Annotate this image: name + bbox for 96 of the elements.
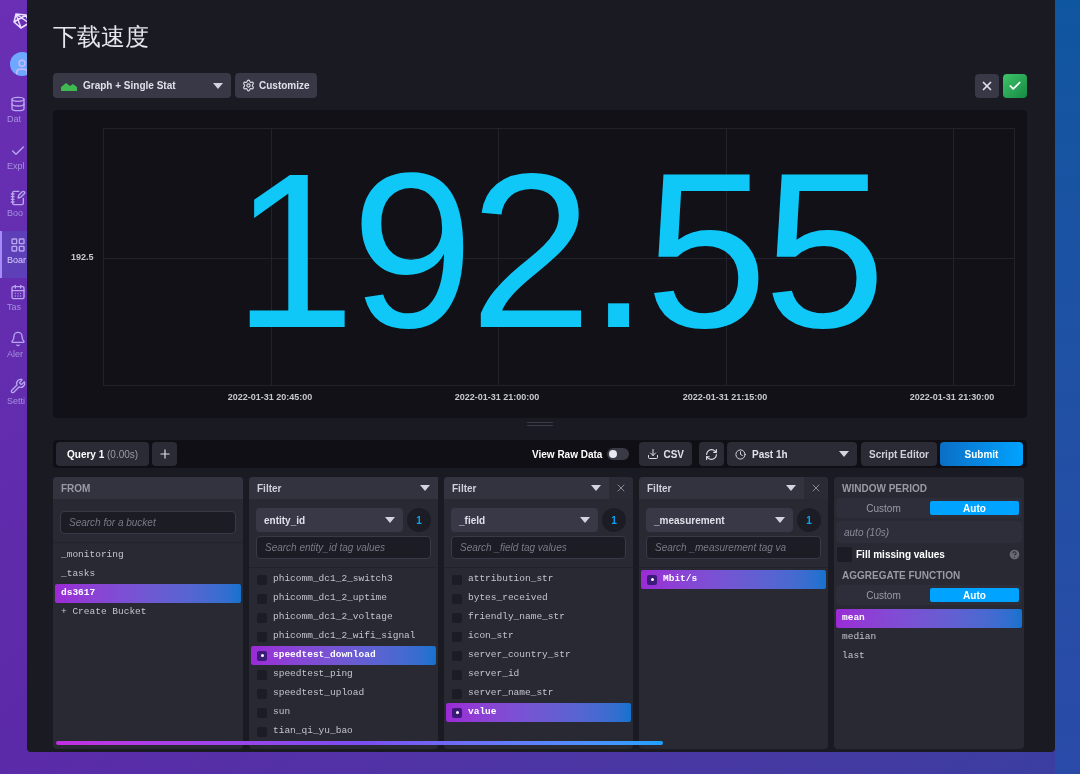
csv-button[interactable]: CSV [639,442,692,466]
selected-count: 1 [407,508,431,532]
filter-type-dropdown[interactable]: Filter [444,477,609,499]
settings-icon [242,79,255,92]
save-button[interactable] [1003,73,1027,98]
panel-title: FROM [61,481,91,496]
list-item[interactable]: last [836,647,1022,666]
list-item[interactable]: phicomm_dc1_2_voltage [251,608,436,627]
list-item[interactable]: _monitoring [55,546,241,565]
visualization-dropdown[interactable]: Graph + Single Stat [53,73,231,98]
resize-handle[interactable] [527,422,553,426]
tag-key-dropdown[interactable]: _measurement [646,508,793,532]
nav-icon [10,331,26,347]
dialog-title: 下载速度 [53,22,150,52]
list-item[interactable]: server_country_str [446,646,631,665]
caret-icon [786,485,796,491]
tag-key-dropdown[interactable]: _field [451,508,598,532]
list-item[interactable]: server_id [446,665,631,684]
list-item[interactable]: bytes_received [446,589,631,608]
list-item[interactable]: mean [836,609,1022,628]
list-item[interactable]: sun [251,703,436,722]
checkbox[interactable] [452,707,462,718]
x-axis-label: 2022-01-31 20:45:00 [227,391,313,404]
list-item[interactable]: median [836,628,1022,647]
list-item[interactable]: ds3617 [55,584,241,603]
checkbox[interactable] [647,574,657,585]
plus-icon [157,447,172,461]
download-icon [647,448,660,460]
caret-icon [385,517,395,523]
add-query-button[interactable] [152,442,178,466]
search-field[interactable]: Search _measurement tag va [646,536,821,559]
nav-icon [10,237,26,253]
list-item[interactable]: friendly_name_str [446,608,631,627]
refresh-icon [705,447,718,461]
single-stat-value: 192.55 [233,141,882,361]
nav-item[interactable]: Boar [0,231,27,278]
cancel-button[interactable] [975,73,999,98]
search-field[interactable]: Search for a bucket [60,511,236,534]
list-item[interactable]: server_name_str [446,684,631,703]
close-icon [615,482,627,494]
caret-icon [213,82,223,89]
list-item[interactable]: speedtest_download [251,646,436,665]
tag-key-dropdown[interactable]: entity_id [256,508,403,532]
list-item[interactable]: Mbit/s [641,570,826,589]
logo-icon[interactable] [12,12,27,30]
list-item[interactable]: speedtest_ping [251,665,436,684]
list-item[interactable]: tian_qi_yu_bao [251,722,436,741]
window-period-field[interactable]: auto (10s) [836,521,1022,543]
customize-button[interactable]: Customize [235,73,317,98]
create-bucket-link[interactable]: + Create Bucket [55,603,241,622]
close-icon [810,482,822,494]
search-field[interactable]: Search entity_id tag values [256,536,431,559]
view-raw-data-toggle[interactable] [607,448,630,460]
checkbox[interactable] [257,650,267,661]
horizontal-scrollbar[interactable] [56,741,663,745]
nav-icon [10,190,26,206]
mode-toggle[interactable]: Custom [839,588,928,602]
clock-icon [735,448,746,460]
filter-type-dropdown[interactable]: Filter [249,477,438,499]
help-icon [1008,547,1021,561]
selected-count: 1 [797,508,821,532]
fill-missing-label: Fill missing values [856,547,946,562]
list-item[interactable]: phicomm_dc1_2_uptime [251,589,436,608]
section-title: AGGREGATE FUNCTION [842,568,961,583]
avatar[interactable] [10,52,27,76]
nav-icon [10,378,26,394]
list-item[interactable]: icon_str [446,627,631,646]
nav-icon [10,284,26,300]
mode-toggle[interactable]: Custom [839,501,928,515]
caret-icon [420,485,430,491]
graph-icon [61,80,77,91]
section-title: WINDOW PERIOD [842,481,927,496]
search-field[interactable]: Search _field tag values [451,536,626,559]
caret-icon [775,517,785,523]
caret-icon [839,451,849,457]
selected-count: 1 [602,508,626,532]
list-item[interactable]: _tasks [55,565,241,584]
list-item[interactable]: value [446,703,631,722]
x-axis-label: 2022-01-31 21:00:00 [454,391,540,404]
script-editor-button[interactable]: Script Editor [861,442,937,466]
refresh-button[interactable] [699,442,724,466]
submit-button[interactable]: Submit [940,442,1023,466]
list-item[interactable]: phicomm_dc1_2_switch3 [251,570,436,589]
caret-icon [580,517,590,523]
caret-icon [591,485,601,491]
filter-type-dropdown[interactable]: Filter [639,477,804,499]
nav-icon [10,96,26,112]
y-axis-label: 192.5 [71,251,94,264]
time-range-dropdown[interactable]: Past 1h [727,442,857,466]
query-tab[interactable]: Query 1 (0.00s) [56,442,150,466]
list-item[interactable]: speedtest_upload [251,684,436,703]
list-item[interactable]: phicomm_dc1_2_wifi_signal [251,627,436,646]
x-axis-label: 2022-01-31 21:15:00 [682,391,768,404]
view-raw-data-label: View Raw Data [532,447,603,462]
x-axis-label: 2022-01-31 21:30:00 [909,391,995,404]
list-item[interactable]: attribution_str [446,570,631,589]
